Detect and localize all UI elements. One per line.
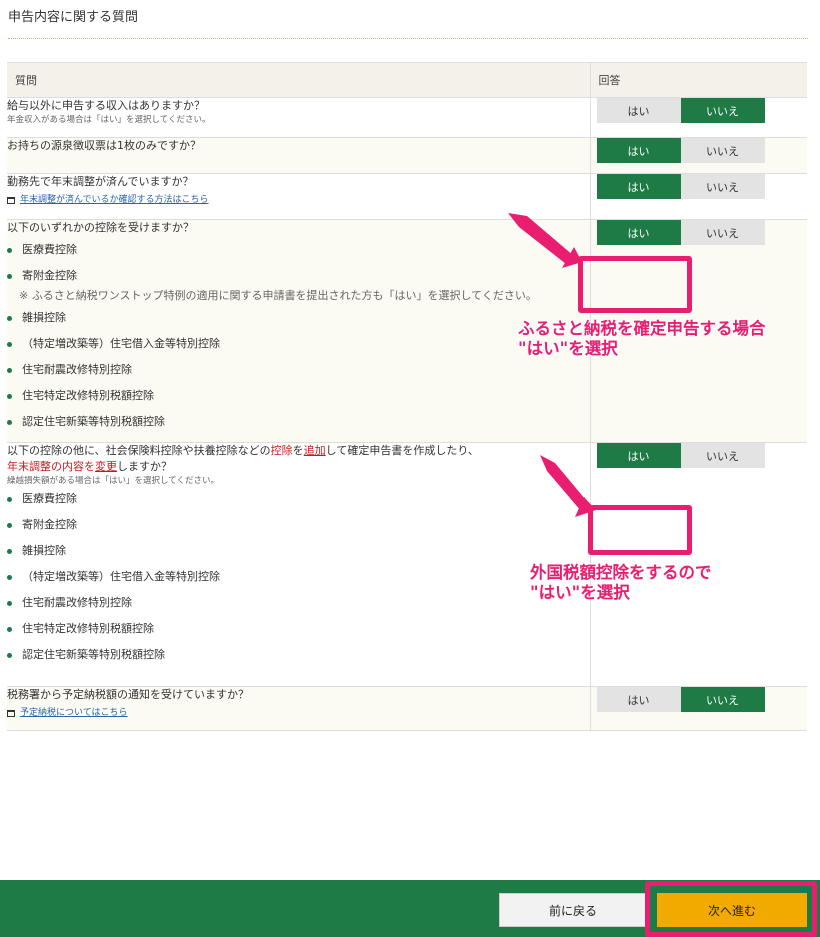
arrow-icon (508, 213, 596, 517)
